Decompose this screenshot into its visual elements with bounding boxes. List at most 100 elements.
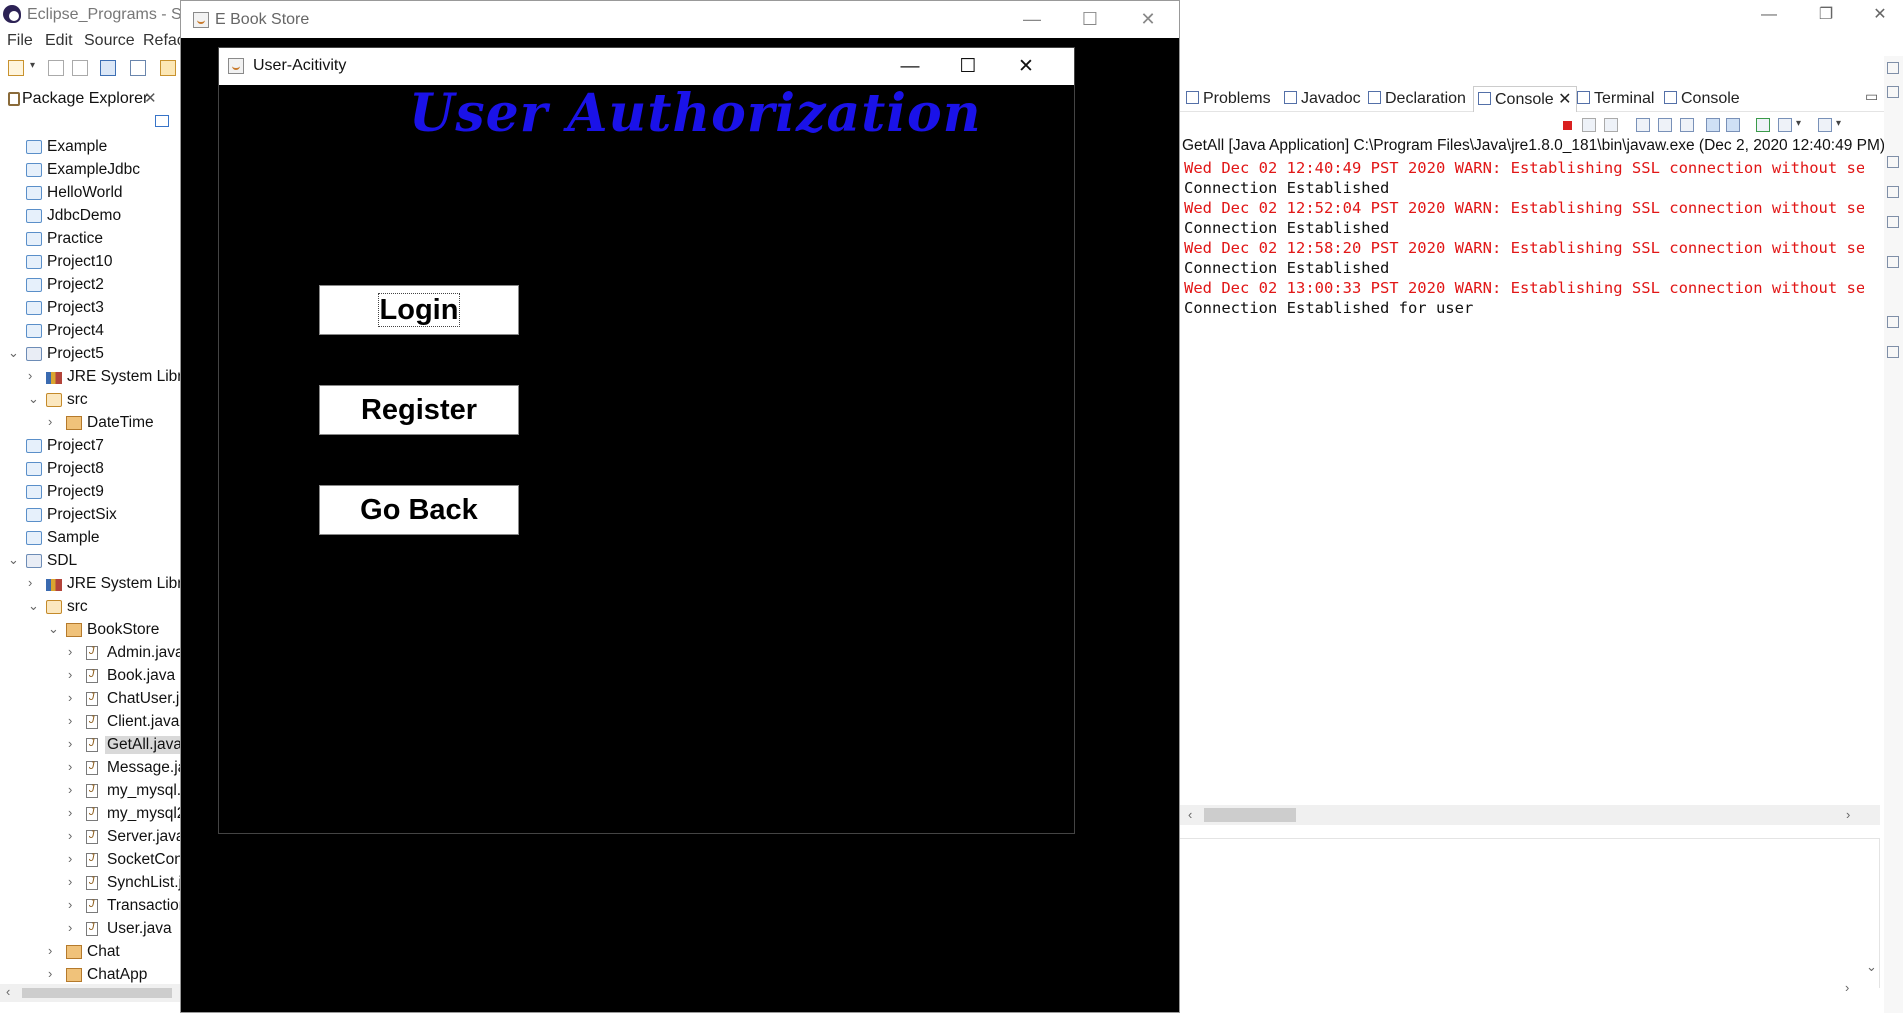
ebook-minimize-button[interactable]: — — [1003, 1, 1061, 38]
collapse-icon[interactable]: › — [28, 368, 32, 383]
tree-item[interactable]: › ChatUser.ja — [0, 688, 190, 711]
chevron-down-icon[interactable]: ▾ — [1796, 118, 1810, 132]
tree-item[interactable]: › Client.java — [0, 711, 190, 734]
clear-console-icon[interactable] — [1636, 118, 1650, 132]
menu-refactor[interactable]: Refac — [143, 32, 185, 50]
tree-item[interactable]: Project2 — [0, 274, 190, 297]
scroll-left-icon[interactable]: ‹ — [6, 984, 10, 999]
scrollbar-thumb[interactable] — [22, 988, 172, 998]
new-dropdown-icon[interactable]: ▾ — [30, 60, 38, 76]
tab-console[interactable]: Console ✕ — [1473, 86, 1577, 112]
minimize-view-icon[interactable]: ▭ — [1865, 88, 1878, 105]
package-icon[interactable] — [160, 60, 176, 76]
expand-icon[interactable]: ⌄ — [8, 552, 19, 568]
open-perspective-icon[interactable] — [1887, 62, 1899, 74]
tree-item[interactable]: › Chat — [0, 941, 190, 964]
close-icon[interactable]: ✕ — [144, 89, 157, 107]
user-activity-title-bar[interactable]: User-Acitivity — ☐ ✕ — [219, 48, 1074, 85]
collapse-icon[interactable]: › — [48, 414, 52, 429]
collapse-icon[interactable]: › — [68, 897, 72, 912]
save-all-icon[interactable] — [72, 60, 88, 76]
tree-item[interactable]: Project9 — [0, 481, 190, 504]
tree-item[interactable]: ⌄ src — [0, 596, 190, 619]
collapse-icon[interactable]: › — [48, 943, 52, 958]
show-console-on-output-icon[interactable] — [1706, 118, 1720, 132]
user-close-button[interactable]: ✕ — [997, 48, 1055, 85]
chevron-down-icon[interactable]: ▾ — [1836, 118, 1850, 132]
tree-item[interactable]: Project8 — [0, 458, 190, 481]
collapse-icon[interactable]: › — [68, 874, 72, 889]
tree-item[interactable]: Project4 — [0, 320, 190, 343]
tab-problems[interactable]: Problems — [1186, 86, 1271, 112]
user-maximize-button[interactable]: ☐ — [939, 48, 997, 85]
remove-launch-icon[interactable] — [1582, 118, 1596, 132]
tree-item[interactable]: › JRE System Librar — [0, 573, 196, 596]
servers-icon[interactable] — [1887, 256, 1899, 268]
show-console-on-error-icon[interactable] — [1726, 118, 1740, 132]
scroll-right-icon[interactable]: › — [1846, 807, 1850, 822]
tree-item[interactable]: Project3 — [0, 297, 190, 320]
remove-all-launches-icon[interactable] — [1604, 118, 1618, 132]
outline-icon[interactable] — [1887, 156, 1899, 168]
skip-breakpoints-icon[interactable] — [130, 60, 146, 76]
tree-item[interactable]: › User.java — [0, 918, 190, 941]
tree-item[interactable]: › my_mysql.j — [0, 780, 190, 803]
display-selected-console-icon[interactable] — [1778, 118, 1792, 132]
collapse-icon[interactable]: › — [68, 644, 72, 659]
collapse-icon[interactable]: › — [68, 690, 72, 705]
debug-icon[interactable] — [1887, 216, 1899, 228]
collapse-icon[interactable]: › — [68, 805, 72, 820]
expand-icon[interactable]: ⌄ — [28, 598, 39, 614]
tree-item[interactable]: JdbcDemo — [0, 205, 190, 228]
collapse-icon[interactable]: › — [68, 828, 72, 843]
tree-item[interactable]: Sample — [0, 527, 190, 550]
collapse-icon[interactable]: › — [68, 736, 72, 751]
tree-item[interactable]: › my_mysql2 — [0, 803, 190, 826]
ebook-store-title-bar[interactable]: E Book Store — ☐ ✕ — [181, 1, 1179, 38]
new-icon[interactable] — [8, 60, 24, 76]
collapse-all-icon[interactable] — [155, 115, 169, 127]
tree-item[interactable]: Project7 — [0, 435, 190, 458]
user-minimize-button[interactable]: — — [881, 48, 939, 85]
tree-item[interactable]: › Admin.java — [0, 642, 190, 665]
ebook-maximize-button[interactable]: ☐ — [1061, 1, 1119, 38]
menu-source[interactable]: Source — [84, 32, 135, 50]
terminal-icon[interactable] — [100, 60, 116, 76]
pin-console-icon[interactable] — [1756, 118, 1770, 132]
tree-item[interactable]: ⌄ src — [0, 389, 190, 412]
java-perspective-icon[interactable] — [1887, 86, 1899, 98]
tree-item[interactable]: › SynchList.ja — [0, 872, 191, 895]
go-back-button[interactable]: Go Back — [319, 485, 519, 535]
properties-icon[interactable] — [1887, 316, 1899, 328]
collapse-icon[interactable]: › — [68, 713, 72, 728]
tree-item[interactable]: › Server.java — [0, 826, 190, 849]
package-explorer-tab[interactable]: Package Explorer ✕ — [0, 86, 190, 112]
tree-item[interactable]: ExampleJdbc — [0, 159, 190, 182]
tab-javadoc[interactable]: Javadoc — [1284, 86, 1361, 112]
tree-item[interactable]: › SocketConr — [0, 849, 190, 872]
collapse-icon[interactable]: › — [68, 759, 72, 774]
tree-item[interactable]: › Transaction — [0, 895, 190, 918]
task-list-icon[interactable] — [1887, 186, 1899, 198]
scroll-lock-icon[interactable] — [1658, 118, 1672, 132]
scroll-right-icon[interactable]: › — [1845, 980, 1849, 995]
tab-declaration[interactable]: Declaration — [1368, 86, 1466, 112]
tree-item[interactable]: ⌄ Project5 — [0, 343, 190, 366]
terminate-icon[interactable] — [1560, 118, 1574, 132]
expand-icon[interactable]: ⌄ — [8, 345, 19, 361]
scroll-left-icon[interactable]: ‹ — [1188, 807, 1192, 822]
eclipse-restore-button[interactable]: ❐ — [1803, 0, 1849, 30]
tree-item[interactable]: Project10 — [0, 251, 190, 274]
login-button[interactable]: Login — [319, 285, 519, 335]
tree-item[interactable]: ⌄ BookStore — [0, 619, 190, 642]
tree-item[interactable]: › JRE System Librar — [0, 366, 196, 389]
ebook-close-button[interactable]: ✕ — [1119, 1, 1177, 38]
register-button[interactable]: Register — [319, 385, 519, 435]
tree-item[interactable]: Example — [0, 136, 190, 159]
menu-edit[interactable]: Edit — [45, 32, 73, 50]
eclipse-minimize-button[interactable]: — — [1746, 0, 1792, 30]
console-output[interactable]: Wed Dec 02 12:40:49 PST 2020 WARN: Estab… — [1184, 158, 1864, 318]
tab-console[interactable]: Console — [1664, 86, 1740, 112]
collapse-icon[interactable]: › — [48, 966, 52, 981]
collapse-icon[interactable]: › — [68, 782, 72, 797]
